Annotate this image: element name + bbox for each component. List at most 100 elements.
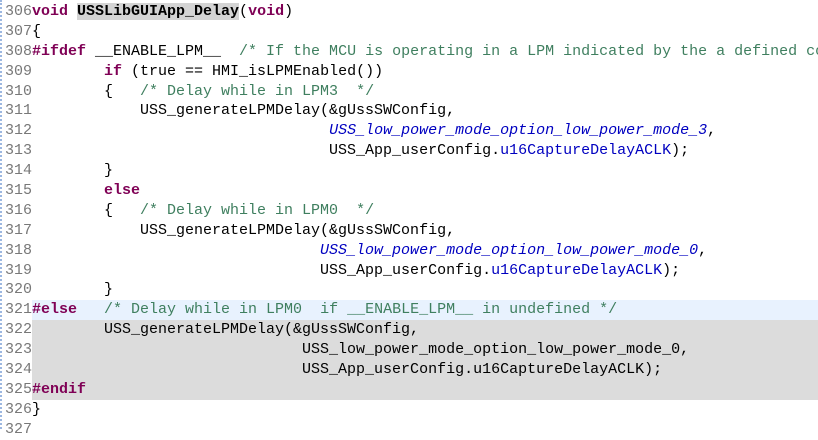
code-text[interactable]: USS_generateLPMDelay(&gUssSWConfig, xyxy=(32,221,818,241)
line-number: 327 xyxy=(4,420,32,438)
code-token: USS_low_power_mode_option_low_power_mode… xyxy=(329,122,708,140)
code-token: u16CaptureDelayACLK xyxy=(491,261,663,279)
line-number: 319 xyxy=(4,261,32,279)
code-line[interactable]: 309 if (true == HMI_isLPMEnabled()) xyxy=(0,62,818,82)
code-text[interactable]: } xyxy=(32,161,818,181)
code-text[interactable]: USS_generateLPMDelay(&gUssSWConfig, xyxy=(32,101,818,121)
line-number: 324 xyxy=(4,361,32,379)
code-token: __ENABLE_LPM__ xyxy=(86,42,240,60)
code-text[interactable] xyxy=(32,420,818,440)
code-token: u16CaptureDelayACLK xyxy=(500,142,672,160)
code-line[interactable]: 306 void USSLibGUIApp_Delay(void) xyxy=(0,2,818,22)
line-number: 322 xyxy=(4,321,32,339)
code-token: void xyxy=(248,3,285,20)
code-token: USS_generateLPMDelay(&gUssSWConfig, xyxy=(32,321,420,339)
code-token: USS_low_power_mode_option_low_power_mode… xyxy=(320,241,699,259)
line-number: 312 xyxy=(4,122,32,140)
code-text[interactable]: #endif xyxy=(32,379,818,400)
line-number: 323 xyxy=(4,341,32,359)
code-token: } xyxy=(32,400,42,418)
code-token: /* Delay while in LPM0 if __ENABLE_LPM__… xyxy=(104,301,618,319)
code-token: ); xyxy=(662,261,681,279)
line-number: 326 xyxy=(4,400,32,418)
code-line[interactable]: 313 USS_App_userConfig.u16CaptureDelayAC… xyxy=(0,141,818,161)
code-token: { xyxy=(32,82,141,100)
code-token: , xyxy=(707,122,717,140)
line-number: 314 xyxy=(4,162,32,180)
code-text[interactable]: USS_low_power_mode_option_low_power_mode… xyxy=(32,241,818,261)
code-token: ) xyxy=(284,3,294,20)
code-token: (true == HMI_isLPMEnabled()) xyxy=(122,62,384,80)
code-line[interactable]: 318 USS_low_power_mode_option_low_power_… xyxy=(0,241,818,261)
code-token: USS_generateLPMDelay(&gUssSWConfig, xyxy=(32,102,456,120)
code-text[interactable]: USS_low_power_mode_option_low_power_mode… xyxy=(32,121,818,141)
code-token: else xyxy=(104,182,141,200)
code-text[interactable]: } xyxy=(32,280,818,300)
code-line[interactable]: 317 USS_generateLPMDelay(&gUssSWConfig, xyxy=(0,221,818,241)
code-token: { xyxy=(32,22,42,40)
code-line[interactable]: 324 USS_App_userConfig.u16CaptureDelayAC… xyxy=(0,360,818,380)
code-text[interactable]: void USSLibGUIApp_Delay(void) xyxy=(32,2,818,22)
code-line[interactable]: 314 } xyxy=(0,161,818,181)
line-number: 320 xyxy=(4,281,32,299)
code-text[interactable]: } xyxy=(32,400,818,420)
code-text[interactable]: if (true == HMI_isLPMEnabled()) xyxy=(32,62,818,82)
line-number: 317 xyxy=(4,221,32,239)
code-line[interactable]: 325 #endif xyxy=(0,379,818,400)
line-number: 307 xyxy=(4,22,32,40)
code-text[interactable]: #ifdef __ENABLE_LPM__ /* If the MCU is o… xyxy=(32,42,818,62)
code-token: /* If the MCU is operating in a LPM indi… xyxy=(239,42,818,60)
code-token: , xyxy=(698,241,708,259)
code-text[interactable]: USS_App_userConfig.u16CaptureDelayACLK); xyxy=(32,261,818,281)
code-line[interactable]: 315 else xyxy=(0,181,818,201)
code-line[interactable]: 307{ xyxy=(0,22,818,42)
code-line[interactable]: 326} xyxy=(0,400,818,420)
code-token: if xyxy=(104,62,123,80)
code-token: USS_generateLPMDelay(&gUssSWConfig, xyxy=(32,221,456,239)
code-line[interactable]: 316 { /* Delay while in LPM0 */ xyxy=(0,201,818,221)
code-line[interactable]: 327 xyxy=(0,420,818,440)
code-line[interactable]: 310 { /* Delay while in LPM3 */ xyxy=(0,82,818,102)
code-text[interactable]: USS_App_userConfig.u16CaptureDelayACLK); xyxy=(32,141,818,161)
line-number: 310 xyxy=(4,82,32,100)
code-token: ); xyxy=(671,142,690,160)
code-line[interactable]: 322 USS_generateLPMDelay(&gUssSWConfig, xyxy=(0,320,818,341)
code-line[interactable]: 321 #else /* Delay while in LPM0 if __ENA… xyxy=(0,300,818,321)
code-text[interactable]: USS_generateLPMDelay(&gUssSWConfig, xyxy=(32,320,818,341)
code-token: } xyxy=(32,281,114,299)
code-token: ( xyxy=(239,3,249,20)
code-text[interactable]: USS_low_power_mode_option_low_power_mode… xyxy=(32,340,818,361)
code-text[interactable]: else xyxy=(32,181,818,201)
code-token: USS_low_power_mode_option_low_power_mode… xyxy=(32,341,690,359)
code-line[interactable]: 323 USS_low_power_mode_option_low_power_… xyxy=(0,340,818,361)
line-number: 309 xyxy=(4,62,32,80)
code-line[interactable]: 311 USS_generateLPMDelay(&gUssSWConfig, xyxy=(0,101,818,121)
code-line[interactable]: 319 USS_App_userConfig.u16CaptureDelayAC… xyxy=(0,261,818,281)
line-number: 318 xyxy=(4,241,32,259)
code-line[interactable]: 308 #ifdef __ENABLE_LPM__ /* If the MCU i… xyxy=(0,42,818,62)
code-line[interactable]: 320 } xyxy=(0,280,818,300)
code-token: USS_App_userConfig. xyxy=(32,261,492,279)
code-token: } xyxy=(32,162,114,180)
line-number: 325 xyxy=(4,380,32,398)
code-text[interactable]: { /* Delay while in LPM3 */ xyxy=(32,82,818,102)
line-number: 313 xyxy=(4,142,32,160)
code-token: /* Delay while in LPM0 */ xyxy=(140,201,375,219)
code-text[interactable]: USS_App_userConfig.u16CaptureDelayACLK); xyxy=(32,360,818,380)
code-token: void xyxy=(32,3,78,20)
code-line[interactable]: 312 USS_low_power_mode_option_low_power_… xyxy=(0,121,818,141)
line-number: 316 xyxy=(4,201,32,219)
code-token: USSLibGUIApp_Delay xyxy=(77,3,240,20)
code-editor[interactable]: 306 void USSLibGUIApp_Delay(void) 307{308 #… xyxy=(0,2,818,440)
code-text[interactable]: #else /* Delay while in LPM0 if __ENABLE… xyxy=(32,300,818,321)
line-number: 311 xyxy=(4,102,32,120)
line-number: 315 xyxy=(4,182,32,200)
line-number: 306 xyxy=(4,3,32,20)
code-text[interactable]: { /* Delay while in LPM0 */ xyxy=(32,201,818,221)
code-token: #endif xyxy=(32,380,87,398)
code-text[interactable]: { xyxy=(32,22,818,42)
